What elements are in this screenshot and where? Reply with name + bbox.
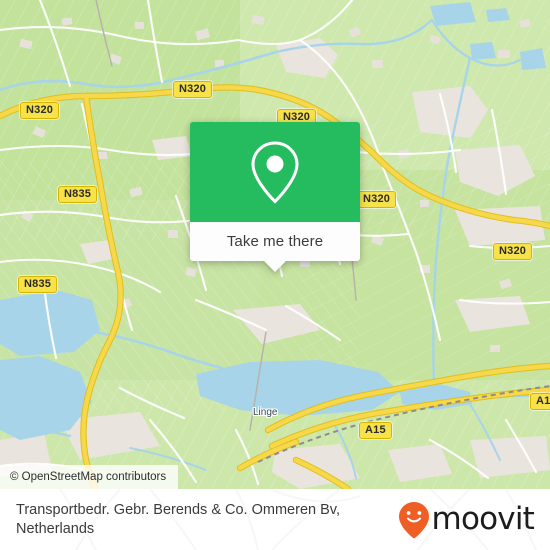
place-title: Transportbedr. Gebr. Berends & Co. Ommer… [16,501,340,537]
take-me-there-button[interactable]: Take me there [190,222,360,272]
road-shield: N320 [357,191,397,208]
footer-bar: Transportbedr. Gebr. Berends & Co. Ommer… [0,489,550,550]
attribution-text: © OpenStreetMap contributors [10,471,167,483]
road-shield: A15 [359,422,392,439]
water-label: Linge [253,407,278,418]
take-me-there-label: Take me there [226,233,324,250]
road-shield: N835 [58,186,98,203]
moovit-logo[interactable]: moovit [398,501,535,539]
road-shield: N320 [493,243,533,260]
road-shield: A15 [530,393,550,410]
road-shield: N320 [173,81,213,98]
location-popup[interactable]: Take me there [190,122,360,272]
map-attribution[interactable]: © OpenStreetMap contributors [0,465,179,489]
popup-icon-area [190,122,360,222]
road-shield: N835 [18,276,58,293]
moovit-wordmark: moovit [431,501,535,537]
moovit-smiley-pin-icon [398,501,429,538]
map-pin-icon [251,141,299,204]
popup-tail-icon [264,261,286,272]
road-shield: N320 [20,102,60,119]
map-canvas[interactable]: N320 N320 N320 N320 N320 N835 N835 A15 A… [0,0,550,489]
